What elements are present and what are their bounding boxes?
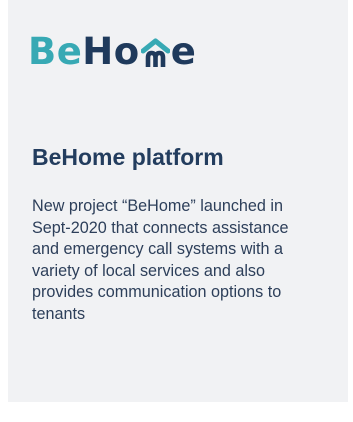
info-card: Be Ho e BeHome platform New project “BeH… — [8, 0, 348, 402]
description-line: Sept-2020 that connects assistance — [32, 218, 289, 237]
logo-text-e: e — [170, 29, 197, 73]
description-line: provides communication options to — [32, 283, 282, 302]
logo-text-be: Be — [28, 29, 83, 73]
behome-logo: Be Ho e — [28, 30, 196, 72]
house-m-icon — [140, 37, 171, 67]
description-line: tenants — [32, 304, 86, 323]
description-line: variety of local services and also — [32, 261, 266, 280]
card-description: New project “BeHome” launched in Sept-20… — [32, 196, 337, 326]
description-line: New project “BeHome” launched in — [32, 197, 284, 215]
card-title: BeHome platform — [32, 144, 224, 170]
logo-text-ho: Ho — [82, 29, 140, 73]
description-line: and emergency call systems with a — [32, 240, 284, 259]
